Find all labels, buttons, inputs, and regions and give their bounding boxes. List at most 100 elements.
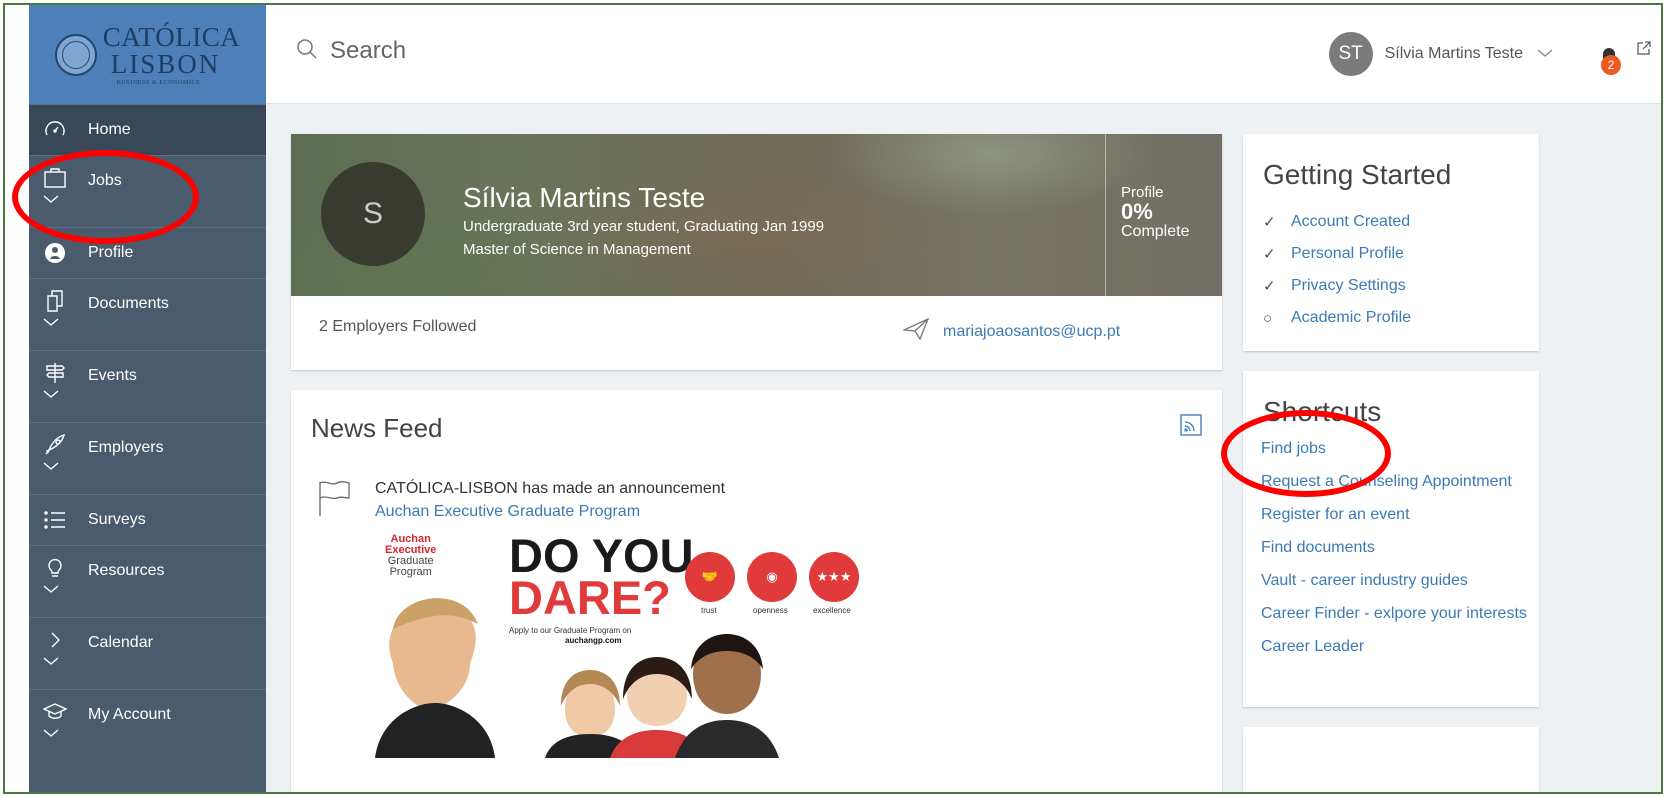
employers-followed[interactable]: 2 Employers Followed [319, 318, 476, 336]
sidebar-item-surveys[interactable]: Surveys [29, 494, 266, 545]
circle-icon: ○ [1263, 309, 1273, 327]
signpost-icon [43, 361, 67, 385]
profile-degree-line: Master of Science in Management [463, 241, 691, 258]
shortcut-find-jobs[interactable]: Find jobs [1261, 439, 1531, 459]
announcement-link[interactable]: Auchan Executive Graduate Program [375, 503, 640, 521]
divider [1105, 134, 1106, 296]
list-item[interactable]: ○ Academic Profile [1263, 302, 1411, 334]
sidebar-item-documents[interactable]: Documents [29, 278, 266, 350]
sidebar-item-jobs[interactable]: Jobs [29, 155, 266, 227]
chevron-down-icon[interactable] [29, 313, 266, 350]
profile-program-line: Undergraduate 3rd year student, Graduati… [463, 218, 825, 235]
step-label: Academic Profile [1291, 309, 1412, 326]
sidebar-item-profile[interactable]: Profile [29, 227, 266, 278]
email-link[interactable]: mariajoaosantos@ucp.pt [943, 323, 1120, 341]
search-placeholder: Search [330, 37, 407, 64]
catolica-lisbon-logo[interactable]: CATÓLICA LISBON BUSINESS & ECONOMICS [29, 5, 266, 104]
university-seal-icon [54, 33, 97, 76]
speedometer-icon [43, 118, 67, 142]
shortcut-career-finder[interactable]: Career Finder - exlpore your interests [1261, 604, 1531, 624]
profile-card: S Sílvia Martins Teste Undergraduate 3rd… [291, 134, 1222, 370]
notification-badge: 2 [1601, 55, 1621, 75]
partial-card [1243, 727, 1539, 792]
completion-value: 0% [1121, 199, 1153, 224]
app-frame: CATÓLICA LISBON BUSINESS & ECONOMICS Hom… [3, 3, 1663, 794]
list-item[interactable]: ✓ Personal Profile [1263, 238, 1411, 270]
news-feed-title: News Feed [311, 413, 443, 443]
topbar: Search ST Sílvia Martins Teste 2 [266, 5, 1661, 104]
chevron-down-icon[interactable] [29, 457, 266, 494]
list-item[interactable]: ✓ Account Created [1263, 206, 1411, 238]
logo-wordmark: CATÓLICA LISBON BUSINESS & ECONOMICS [102, 21, 241, 86]
user-menu[interactable]: ST Sílvia Martins Teste [1328, 32, 1553, 76]
checkmark-icon: ✓ [1263, 278, 1276, 295]
announcement-image[interactable]: Auchan Executive Graduate Program DO YOU… [375, 534, 867, 758]
shortcut-career-leader[interactable]: Career Leader [1261, 637, 1531, 657]
list-icon [43, 508, 67, 532]
list-item[interactable]: ✓ Privacy Settings [1263, 270, 1411, 302]
chevron-down-icon[interactable] [29, 190, 266, 227]
search-input[interactable]: Search [296, 37, 406, 65]
chevron-right-icon [43, 628, 67, 652]
rss-icon[interactable] [1180, 414, 1202, 441]
shortcut-counseling[interactable]: Request a Counseling Appointment [1261, 472, 1531, 492]
chevron-down-icon[interactable] [29, 385, 266, 422]
flag-icon [318, 480, 350, 523]
chevron-down-icon [1537, 45, 1553, 63]
sidebar-item-label: Employers [88, 439, 164, 456]
sidebar-item-resources[interactable]: Resources [29, 545, 266, 617]
search-icon [296, 38, 318, 65]
chevron-down-icon[interactable] [29, 724, 266, 761]
chevron-down-icon[interactable] [29, 652, 266, 689]
getting-started-card: Getting Started ✓ Account Created ✓ Pers… [1243, 134, 1539, 351]
sidebar-item-events[interactable]: Events [29, 350, 266, 422]
avatar: ST [1328, 32, 1373, 76]
sidebar-item-label: Surveys [88, 511, 146, 528]
external-link-icon[interactable] [1637, 41, 1651, 60]
shortcut-find-documents[interactable]: Find documents [1261, 538, 1531, 558]
rocket-icon [43, 433, 67, 457]
sidebar-item-home[interactable]: Home [29, 104, 266, 155]
documents-icon [43, 289, 67, 313]
sidebar-item-label: Profile [88, 244, 134, 261]
step-label: Account Created [1291, 213, 1411, 230]
sidebar-item-label: Resources [88, 562, 165, 579]
profile-banner: S Sílvia Martins Teste Undergraduate 3rd… [291, 134, 1222, 296]
briefcase-icon [43, 166, 67, 190]
sidebar-item-label: Documents [88, 295, 169, 312]
getting-started-list: ✓ Account Created ✓ Personal Profile ✓ P… [1263, 206, 1411, 334]
sidebar-item-label: My Account [88, 706, 171, 723]
sidebar: CATÓLICA LISBON BUSINESS & ECONOMICS Hom… [29, 5, 266, 792]
person-icon [43, 241, 67, 265]
sidebar-item-label: Home [88, 121, 131, 138]
profile-name: Sílvia Martins Teste [463, 182, 706, 213]
checkmark-icon: ✓ [1263, 214, 1276, 231]
shortcuts-list: Find jobs Request a Counseling Appointme… [1261, 439, 1531, 670]
shortcuts-card: Shortcuts Find jobs Request a Counseling… [1243, 371, 1539, 707]
lightbulb-icon [43, 556, 67, 580]
shortcuts-title: Shortcuts [1263, 396, 1382, 427]
announcement-text: CATÓLICA-LISBON has made an announcement [375, 480, 726, 497]
step-label: Privacy Settings [1291, 277, 1406, 294]
getting-started-title: Getting Started [1263, 159, 1452, 190]
sidebar-item-employers[interactable]: Employers [29, 422, 266, 494]
profile-avatar[interactable]: S [321, 162, 425, 266]
step-label: Personal Profile [1291, 245, 1404, 262]
profile-completion[interactable]: Profile 0% Complete [1121, 184, 1189, 241]
chevron-down-icon[interactable] [29, 580, 266, 617]
checkmark-icon: ✓ [1263, 246, 1276, 263]
shortcut-vault[interactable]: Vault - career industry guides [1261, 571, 1531, 591]
window-edge [5, 5, 29, 792]
sidebar-item-label: Jobs [88, 172, 122, 189]
news-feed-card: News Feed CATÓLICA-LISBON has made an an… [291, 390, 1222, 792]
sidebar-item-my-account[interactable]: My Account [29, 689, 266, 761]
poster-people-illustration [375, 598, 779, 758]
completion-suffix: Complete [1121, 223, 1190, 240]
paper-plane-icon [901, 317, 930, 345]
graduation-cap-icon [43, 700, 67, 724]
sidebar-item-calendar[interactable]: Calendar [29, 617, 266, 689]
email-contact[interactable]: mariajoaosantos@ucp.pt [901, 317, 1120, 345]
sidebar-item-label: Events [88, 367, 137, 384]
shortcut-register-event[interactable]: Register for an event [1261, 505, 1531, 525]
sidebar-item-label: Calendar [88, 634, 153, 651]
